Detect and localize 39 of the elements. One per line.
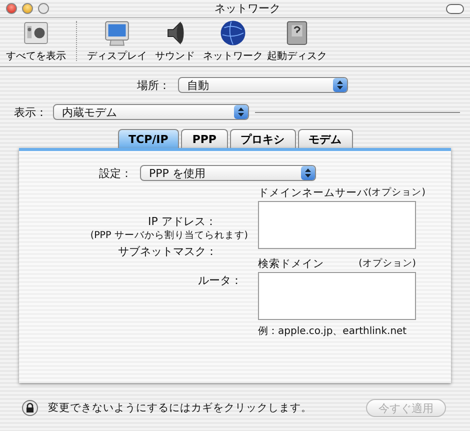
configure-popup[interactable]: PPP を使用 bbox=[140, 165, 316, 181]
optional-label: (オプション) bbox=[358, 257, 416, 271]
lock-icon[interactable] bbox=[22, 400, 38, 416]
popup-arrows-icon bbox=[333, 78, 347, 92]
field-label: サブネットマスク： bbox=[118, 244, 218, 259]
location-label: 場所： bbox=[137, 78, 170, 92]
field-note: (PPP サーバから割り当てられます) bbox=[90, 229, 248, 242]
toolbar-item[interactable]: サウンド bbox=[151, 19, 199, 63]
show-popup[interactable]: 内蔵モデム bbox=[53, 104, 249, 120]
switch-panel-icon bbox=[22, 19, 50, 47]
close-button[interactable] bbox=[6, 3, 17, 14]
monitor-icon bbox=[103, 19, 131, 47]
dns-label: ドメインネームサーバ bbox=[258, 186, 368, 200]
lock-message: 変更できないようにするにはカギをクリックします。 bbox=[48, 401, 312, 415]
toolbar-item[interactable]: 起動ディスク bbox=[267, 19, 327, 63]
tab[interactable]: モデム bbox=[298, 129, 352, 148]
toolbar-item[interactable]: ネットワーク bbox=[203, 19, 263, 63]
field-label: IP アドレス： bbox=[148, 214, 218, 229]
show-label: 表示： bbox=[14, 104, 47, 120]
tab[interactable]: プロキシ bbox=[230, 129, 296, 148]
tab[interactable]: TCP/IP bbox=[118, 129, 180, 148]
field-label: ルータ： bbox=[198, 273, 243, 288]
configure-label: 設定： bbox=[99, 166, 132, 180]
dns-field[interactable] bbox=[258, 201, 416, 249]
globe-icon bbox=[219, 19, 247, 47]
toolbar-item[interactable]: ディスプレイ bbox=[87, 19, 147, 63]
toolbar-toggle-button[interactable] bbox=[446, 4, 464, 14]
minimize-button[interactable] bbox=[22, 3, 33, 14]
search-domains-field[interactable] bbox=[258, 272, 416, 320]
location-popup[interactable]: 自動 bbox=[178, 77, 348, 93]
zoom-button[interactable] bbox=[38, 3, 49, 14]
popup-arrows-icon bbox=[301, 166, 315, 180]
optional-label: (オプション) bbox=[368, 186, 426, 200]
toolbar-item[interactable]: すべてを表示 bbox=[6, 19, 66, 63]
search-domains-label: 検索ドメイン bbox=[258, 257, 324, 271]
tab[interactable]: PPP bbox=[181, 129, 228, 148]
popup-arrows-icon bbox=[234, 105, 248, 119]
example-text: 例：apple.co.jp、earthlink.net bbox=[258, 325, 408, 338]
window-title: ネットワーク bbox=[214, 1, 282, 16]
